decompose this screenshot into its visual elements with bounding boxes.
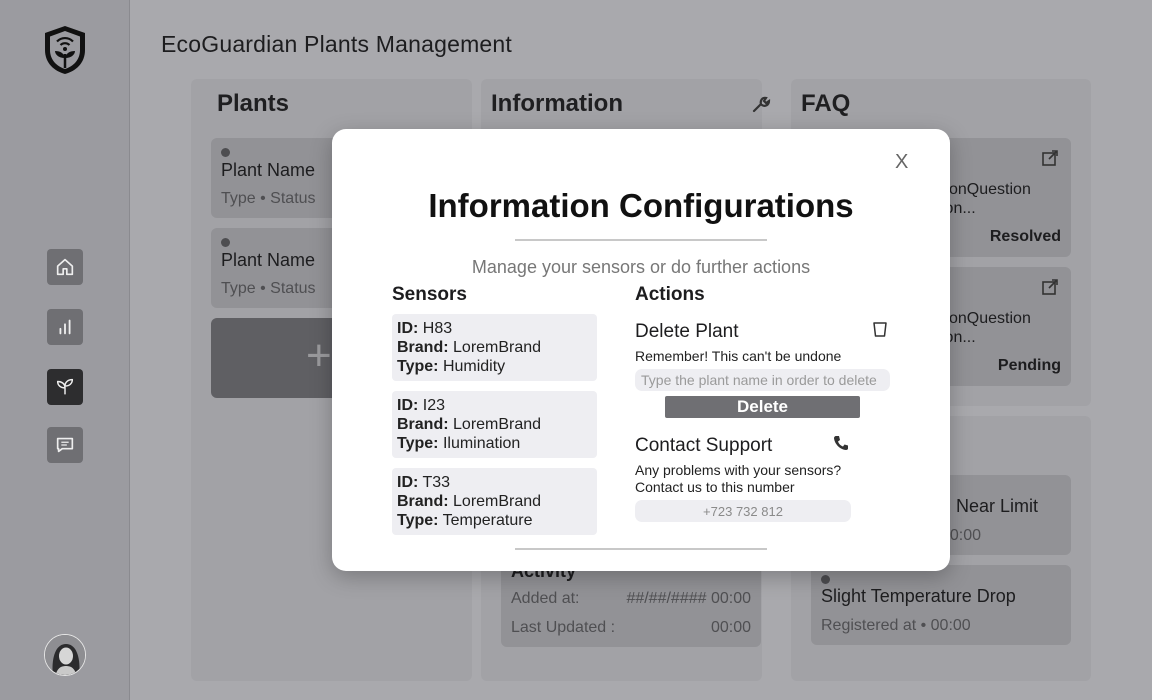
alert-title: Slight Temperature Drop bbox=[821, 586, 1016, 606]
plants-panel-title: Plants bbox=[217, 90, 290, 117]
sensors-heading: Sensors bbox=[392, 284, 467, 305]
sensor-brand-label: Brand: bbox=[397, 339, 449, 356]
support-text-line1: Any problems with your sensors? bbox=[635, 462, 842, 478]
sensor-id: T33 bbox=[422, 474, 451, 491]
delete-plant-title: Delete Plant bbox=[635, 321, 739, 342]
sidebar bbox=[0, 0, 130, 700]
status-dot bbox=[221, 148, 230, 157]
sensor-type: Humidity bbox=[442, 358, 506, 375]
sensor-card[interactable]: ID: T33 Brand: LoremBrand Type: Temperat… bbox=[392, 468, 597, 535]
modal-title: Information Configurations bbox=[428, 187, 854, 224]
status-dot bbox=[821, 575, 830, 584]
sensor-type-label: Type: bbox=[397, 512, 439, 529]
contact-support-title: Contact Support bbox=[635, 435, 773, 456]
sensor-brand-label: Brand: bbox=[397, 416, 449, 433]
nav-home-button[interactable] bbox=[47, 249, 83, 285]
status-dot bbox=[221, 238, 230, 247]
information-configurations-modal: X Information Configurations Manage your… bbox=[332, 129, 950, 571]
nav-plants-button[interactable] bbox=[47, 369, 83, 405]
sensor-type-label: Type: bbox=[397, 358, 439, 375]
sensor-brand-label: Brand: bbox=[397, 493, 449, 510]
external-link-icon[interactable] bbox=[1041, 149, 1059, 167]
close-icon[interactable]: X bbox=[895, 151, 908, 174]
title-divider bbox=[515, 239, 767, 241]
bottom-divider bbox=[515, 548, 767, 550]
wrench-icon[interactable] bbox=[751, 94, 771, 114]
plus-icon: + bbox=[306, 331, 332, 380]
sensor-type: Ilumination bbox=[442, 435, 521, 452]
app-title: EcoGuardian Plants Management bbox=[161, 31, 513, 57]
faq-question-line1: tionQuestion bbox=[941, 181, 1031, 198]
support-text-line2: Contact us to this number bbox=[635, 479, 795, 495]
support-phone-number: +723 732 812 bbox=[635, 500, 851, 522]
chat-icon bbox=[56, 437, 74, 453]
bar-chart-icon bbox=[59, 319, 71, 335]
updated-label: Last Updated : bbox=[511, 619, 616, 636]
faq-question-line1: tionQuestion bbox=[941, 310, 1031, 327]
sensor-card[interactable]: ID: I23 Brand: LoremBrand Type: Iluminat… bbox=[392, 391, 597, 458]
sensor-card[interactable]: ID: H83 Brand: LoremBrand Type: Humidity bbox=[392, 314, 597, 381]
sensor-id-label: ID: bbox=[397, 474, 419, 491]
user-avatar[interactable] bbox=[44, 634, 86, 676]
alert-title: d Near Limit bbox=[941, 496, 1039, 516]
faq-status: Resolved bbox=[989, 228, 1061, 245]
trash-icon[interactable] bbox=[871, 320, 889, 338]
sensor-brand: LoremBrand bbox=[453, 416, 542, 433]
external-link-icon[interactable] bbox=[1041, 278, 1059, 296]
plant-name: Plant Name bbox=[221, 160, 316, 180]
home-icon bbox=[56, 258, 74, 276]
updated-value: 00:00 bbox=[710, 619, 751, 636]
alert-card[interactable]: Slight Temperature Drop Registered at • … bbox=[811, 565, 1071, 645]
sensor-brand: LoremBrand bbox=[453, 493, 542, 510]
nav-stats-button[interactable] bbox=[47, 309, 83, 345]
delete-confirm-input[interactable] bbox=[635, 369, 890, 391]
added-label: Added at: bbox=[511, 590, 580, 607]
phone-icon[interactable] bbox=[832, 434, 850, 452]
delete-warning: Remember! This can't be undone bbox=[635, 348, 842, 364]
alert-meta: Registered at • 00:00 bbox=[821, 617, 971, 634]
nav-messages-button[interactable] bbox=[47, 427, 83, 463]
ecoguardian-logo-icon bbox=[42, 24, 88, 76]
added-value: ##/##/#### 00:00 bbox=[626, 590, 751, 607]
sensor-id-label: ID: bbox=[397, 397, 419, 414]
information-panel-title: Information bbox=[491, 90, 623, 117]
actions-heading: Actions bbox=[635, 284, 705, 305]
sensor-id-label: ID: bbox=[397, 320, 419, 337]
sensor-id: H83 bbox=[422, 320, 453, 337]
faq-status: Pending bbox=[997, 357, 1061, 374]
plant-name: Plant Name bbox=[221, 250, 316, 270]
sprout-icon bbox=[56, 378, 74, 395]
sensor-id: I23 bbox=[422, 397, 446, 414]
sensor-brand: LoremBrand bbox=[453, 339, 542, 356]
modal-subtitle: Manage your sensors or do further action… bbox=[471, 257, 811, 277]
sensor-type: Temperature bbox=[442, 512, 533, 529]
plant-meta: Type • Status bbox=[221, 190, 316, 207]
plant-meta: Type • Status bbox=[221, 280, 316, 297]
sensor-type-label: Type: bbox=[397, 435, 439, 452]
delete-button[interactable]: Delete bbox=[665, 396, 860, 418]
faq-panel-title: FAQ bbox=[801, 90, 851, 117]
